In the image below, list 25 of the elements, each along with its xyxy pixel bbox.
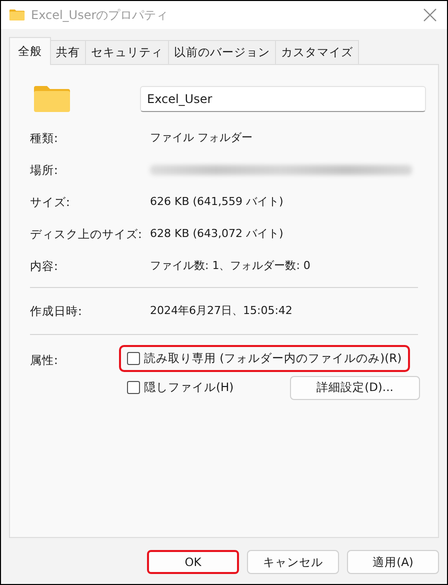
property-label: 属性: (29, 352, 59, 369)
checkbox[interactable]: 読み取り専用 (フォルダー内のファイルのみ)(R) (119, 345, 410, 372)
tab[interactable]: 全般 (9, 37, 51, 65)
name-field[interactable]: Excel_User (140, 86, 426, 112)
property-value: ファイル数: 1、フォルダー数: 0 (150, 258, 312, 274)
property-label: 場所: (29, 162, 59, 179)
window-title: Excel_Userのプロパティ (31, 6, 170, 24)
dialog-button[interactable]: キャンセル (247, 550, 339, 574)
tab[interactable]: カスタマイズ (275, 40, 359, 64)
close-icon[interactable] (423, 8, 437, 22)
property-value: 2024年6月27日、15:05:42 (150, 303, 294, 319)
folder-icon (33, 85, 71, 113)
property-label: サイズ: (29, 194, 71, 211)
property-value: 626 KB (641,559 バイト) (150, 194, 284, 210)
property-label: 作成日時: (29, 303, 83, 320)
dialog-button[interactable]: 適用(A) (347, 550, 439, 574)
property-value: ファイル フォルダー (150, 130, 254, 146)
property-label: ディスク上のサイズ: (29, 226, 143, 243)
property-value: 628 KB (643,072 バイト) (150, 226, 284, 242)
dialog-button[interactable]: OK (147, 550, 239, 574)
property-label: 内容: (29, 258, 59, 275)
property-label: 種類: (29, 130, 59, 147)
folder-icon (9, 9, 25, 21)
checkbox[interactable]: 隠しファイル(H) (119, 374, 242, 401)
advanced-button[interactable]: 詳細設定(D)... (290, 376, 420, 400)
